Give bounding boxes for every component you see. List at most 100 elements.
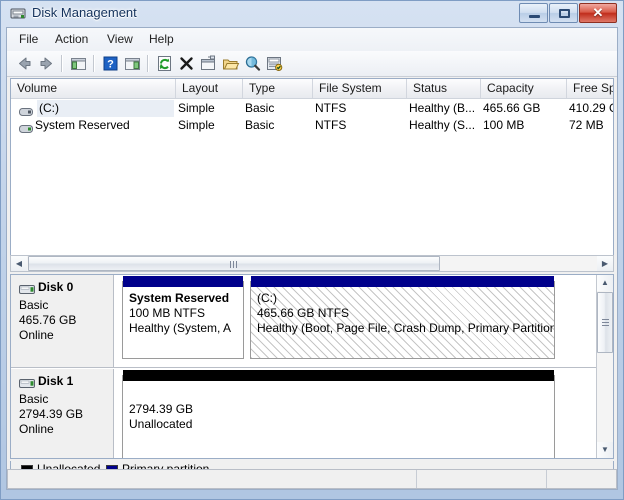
up-one-level-icon[interactable] [69,54,88,73]
cell-type: Basic [245,117,311,134]
disk-meta: Basic 465.76 GB Online [19,298,113,343]
partition-system-reserved[interactable]: System Reserved 100 MB NTFS Healthy (Sys… [122,281,244,359]
disk-row-0[interactable]: Disk 0 Basic 465.76 GB Online System Res… [11,275,613,368]
status-pane-1 [416,470,547,488]
disk-info-panel[interactable]: Disk 1 Basic 2794.39 GB Online [11,369,114,459]
explore-icon[interactable] [243,54,262,73]
open-folder-icon[interactable] [221,54,240,73]
show-hide-console-tree-icon[interactable] [123,54,142,73]
cell-volume: System Reserved [33,117,175,134]
client-area: File Action View Help [6,27,618,490]
disk-icon [19,282,35,293]
scroll-left-button[interactable]: ◀ [11,256,27,271]
help-icon[interactable]: ? [101,54,120,73]
disk-size: 2794.39 GB [19,407,113,422]
disk-name: Disk 1 [38,374,73,388]
volume-icon [19,121,33,131]
scroll-down-button[interactable]: ▼ [597,442,613,458]
partition-health: Healthy (Boot, Page File, Crash Dump, Pr… [257,321,548,336]
column-file-system[interactable]: File System [313,79,407,98]
partition-health: Unallocated [129,417,548,432]
status-bar [7,469,617,489]
disk-graphical-view: Disk 0 Basic 465.76 GB Online System Res… [10,274,614,459]
maximize-button[interactable] [549,3,578,23]
column-type[interactable]: Type [243,79,313,98]
partition-title: System Reserved [129,291,237,306]
chevron-up-icon: ▲ [597,275,613,291]
disk-0-partitions: System Reserved 100 MB NTFS Healthy (Sys… [114,275,613,367]
disk-type: Basic [19,392,113,407]
chevron-left-icon: ◀ [11,256,27,271]
disk-meta: Basic 2794.39 GB Online [19,392,113,437]
menu-file[interactable]: File [13,31,44,48]
close-button[interactable]: ✕ [579,3,617,23]
scroll-right-button[interactable]: ▶ [597,256,613,271]
rescan-disks-icon[interactable] [265,54,284,73]
svg-text:?: ? [107,59,114,71]
cell-status: Healthy (B... [409,100,479,117]
cell-capacity: 465.66 GB [483,100,565,117]
toolbar-separator [93,55,95,72]
chevron-down-icon: ▼ [597,442,613,458]
toolbar: ? [7,51,617,77]
scrollbar-grip [602,319,609,327]
cell-free-space: 410.29 GB [569,100,614,117]
disk-status: Online [19,328,113,343]
minimize-button[interactable] [519,3,548,23]
menu-action[interactable]: Action [49,31,94,48]
menu-help[interactable]: Help [143,31,180,48]
column-capacity[interactable]: Capacity [481,79,567,98]
partition-title: (C:) [257,291,548,306]
forward-icon[interactable] [37,54,56,73]
toolbar-separator [147,55,149,72]
minimize-icon [529,15,540,18]
back-icon[interactable] [15,54,34,73]
disk-info-panel[interactable]: Disk 0 Basic 465.76 GB Online [11,275,114,367]
disk-management-icon [10,6,26,21]
disk-management-window: Disk Management ✕ File Action View Help [0,0,624,500]
table-row[interactable]: (C:) Simple Basic NTFS Healthy (B... 465… [11,100,613,117]
partition-color-bar [123,370,554,381]
volume-icon [19,104,33,114]
cell-status: Healthy (S... [409,117,479,134]
horizontal-scrollbar[interactable]: ◀ ▶ [10,255,614,272]
delete-icon[interactable] [177,54,196,73]
cell-file-system: NTFS [315,100,405,117]
cell-volume: (C:) [37,100,174,117]
column-layout[interactable]: Layout [176,79,243,98]
cell-free-space: 72 MB [569,117,614,134]
volume-list[interactable]: Volume Layout Type File System Status Ca… [10,78,614,264]
partition-c-drive[interactable]: (C:) 465.66 GB NTFS Healthy (Boot, Page … [250,281,555,359]
volume-list-header: Volume Layout Type File System Status Ca… [11,79,613,99]
disk-row-1[interactable]: Disk 1 Basic 2794.39 GB Online 2794.39 G… [11,369,613,459]
properties-icon[interactable] [199,54,218,73]
disk-icon [19,376,35,387]
status-pane-0 [8,470,416,488]
menu-bar: File Action View Help [7,28,617,52]
disk-1-partitions: 2794.39 GB Unallocated [114,369,613,459]
partition-unallocated[interactable]: 2794.39 GB Unallocated [122,375,555,459]
scroll-up-button[interactable]: ▲ [597,275,613,291]
chevron-right-icon: ▶ [597,256,613,271]
disk-name: Disk 0 [38,280,73,294]
scrollbar-thumb[interactable] [597,292,613,353]
column-free-space[interactable]: Free Spa... [567,79,614,98]
partition-color-bar [251,276,554,287]
vertical-scrollbar[interactable]: ▲ ▼ [596,275,613,458]
table-row[interactable]: System Reserved Simple Basic NTFS Health… [11,117,613,134]
cell-file-system: NTFS [315,117,405,134]
title-bar[interactable]: Disk Management ✕ [1,1,624,27]
column-status[interactable]: Status [407,79,481,98]
cell-layout: Simple [178,100,242,117]
partition-body: System Reserved 100 MB NTFS Healthy (Sys… [123,287,243,358]
maximize-icon [559,9,570,18]
column-volume[interactable]: Volume [11,79,176,98]
refresh-icon[interactable] [155,54,174,73]
partition-size-fs: 465.66 GB NTFS [257,306,548,321]
menu-view[interactable]: View [101,31,139,48]
partition-body: (C:) 465.66 GB NTFS Healthy (Boot, Page … [251,287,554,358]
scrollbar-thumb[interactable] [28,256,440,271]
disk-type: Basic [19,298,113,313]
disk-size: 465.76 GB [19,313,113,328]
partition-size-fs: 100 MB NTFS [129,306,237,321]
